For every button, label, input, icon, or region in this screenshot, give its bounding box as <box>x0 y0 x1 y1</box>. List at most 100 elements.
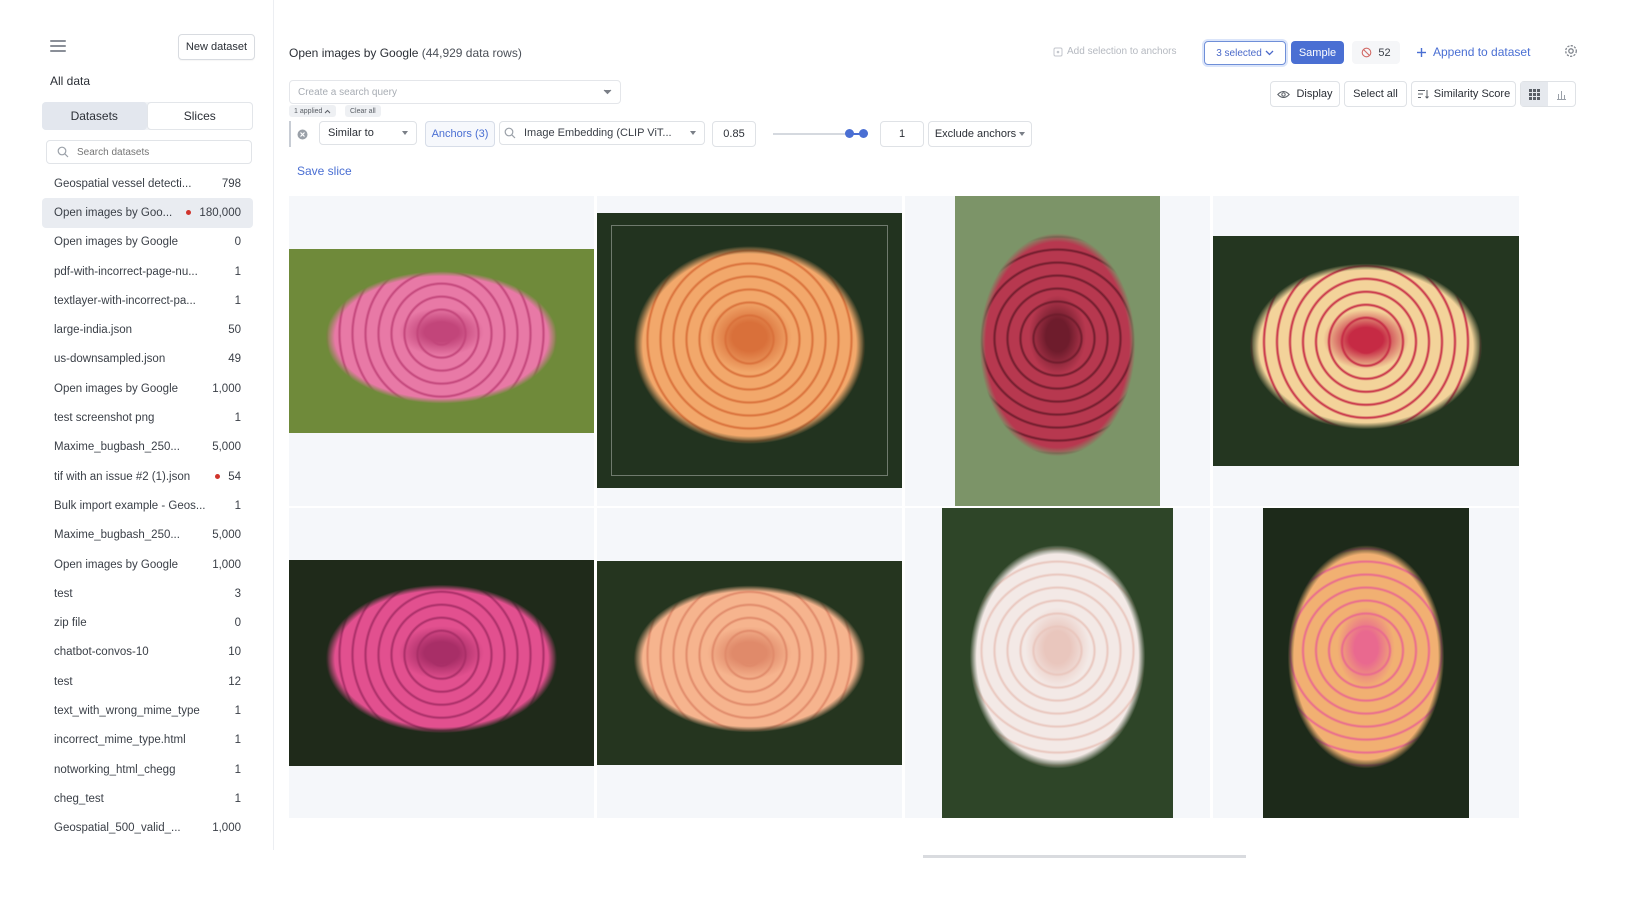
image-card[interactable] <box>289 196 594 506</box>
dataset-list-item[interactable]: test 3 <box>42 579 253 608</box>
threshold-slider[interactable] <box>773 129 868 138</box>
dataset-list-item[interactable]: chatbot-convos-10 10 <box>42 638 253 667</box>
dataset-list-item[interactable]: Maxime_bugbash_250... 5,000 <box>42 521 253 550</box>
append-to-dataset-button[interactable]: Append to dataset <box>1416 45 1530 59</box>
sample-button[interactable]: Sample <box>1291 41 1344 64</box>
dataset-list-item[interactable]: incorrect_mime_type.html 1 <box>42 726 253 755</box>
dataset-name: Open images by Google <box>54 558 179 571</box>
dataset-name: Open images by Google <box>54 236 179 249</box>
image-background <box>1263 508 1469 818</box>
search-query-input[interactable]: Create a search query <box>289 80 621 104</box>
threshold-input[interactable]: 0.85 <box>712 121 756 147</box>
chart-view-button[interactable] <box>1548 82 1575 106</box>
image-card[interactable] <box>1213 508 1519 818</box>
dataset-list-item[interactable]: Bulk import example - Geos... 1 <box>42 491 253 520</box>
selected-dropdown[interactable]: 3 selected <box>1204 41 1286 65</box>
gear-icon[interactable] <box>1563 43 1579 59</box>
dataset-list-item[interactable]: test 12 <box>42 667 253 696</box>
display-button[interactable]: Display <box>1270 81 1340 107</box>
image-background <box>289 560 594 766</box>
chevron-down-icon <box>603 89 612 95</box>
embedding-select[interactable]: Image Embedding (CLIP ViT... <box>499 121 705 145</box>
slider-handle-min[interactable] <box>845 129 854 138</box>
dataset-count: 1,000 <box>212 558 241 571</box>
tab-slices[interactable]: Slices <box>146 102 253 130</box>
image-card[interactable] <box>1213 196 1519 506</box>
dataset-count: 54 <box>228 470 241 483</box>
dataset-list-item[interactable]: Open images by Google 1,000 <box>42 374 253 403</box>
add-selection-to-anchors-button[interactable]: Add selection to anchors <box>1053 46 1177 57</box>
dataset-list-item[interactable]: Maxime_bugbash_250... 5,000 <box>42 433 253 462</box>
rose-image <box>942 508 1173 818</box>
dataset-list-item[interactable]: Open images by Google 1,000 <box>42 550 253 579</box>
image-background <box>597 561 902 765</box>
dataset-list-item[interactable]: test screenshot png 1 <box>42 403 253 432</box>
slider-handle-max[interactable] <box>859 129 868 138</box>
dataset-count: 50 <box>228 324 241 337</box>
image-card[interactable] <box>597 508 902 818</box>
applied-label: 1 applied <box>294 107 323 115</box>
hamburger-menu-icon[interactable] <box>50 40 66 53</box>
image-background <box>289 249 594 433</box>
chevron-down-icon <box>1265 50 1274 56</box>
image-background <box>955 196 1160 506</box>
dataset-list-item[interactable]: cheg_test 1 <box>42 784 253 813</box>
similarity-score-sort-button[interactable]: Similarity Score <box>1411 81 1516 107</box>
dataset-list-item[interactable]: Geospatial_500_valid_... 1,000 <box>42 814 253 843</box>
k-input[interactable]: 1 <box>880 121 924 147</box>
new-dataset-button[interactable]: New dataset <box>178 34 255 60</box>
dataset-list-item[interactable]: Geospatial vessel detecti... 798 <box>42 169 253 198</box>
selection-frame <box>611 225 888 476</box>
dataset-list-item[interactable]: Open images by Google 0 <box>42 228 253 257</box>
dataset-name: test <box>54 587 73 600</box>
operator-select[interactable]: Similar to <box>319 121 417 145</box>
dataset-count: 798 <box>221 177 241 190</box>
all-data-link[interactable]: All data <box>50 74 90 88</box>
applied-filters-toggle[interactable]: 1 applied <box>289 105 337 117</box>
dataset-list-item[interactable]: text_with_wrong_mime_type 1 <box>42 696 253 725</box>
dataset-list-item[interactable]: textlayer-with-incorrect-pa... 1 <box>42 286 253 315</box>
rose-image <box>289 560 594 766</box>
dataset-count: 1 <box>234 792 241 805</box>
dataset-list-item[interactable]: Open images by Goo... 180,000 <box>42 198 253 228</box>
tab-datasets[interactable]: Datasets <box>42 102 147 130</box>
image-card[interactable] <box>597 196 902 506</box>
sidebar: New dataset All data Datasets Slices Geo… <box>0 0 274 850</box>
dataset-list-item[interactable]: us-downsampled.json 49 <box>42 345 253 374</box>
dataset-name: Open images by Goo... <box>54 206 173 219</box>
rose-image <box>1263 508 1469 818</box>
main-panel: Open images by Google (44,929 data rows)… <box>273 0 1630 904</box>
dataset-list-item[interactable]: large-india.json 50 <box>42 315 253 344</box>
image-card[interactable] <box>905 508 1210 818</box>
dataset-search[interactable] <box>46 140 252 164</box>
dataset-name: text_with_wrong_mime_type <box>54 704 200 717</box>
operator-value: Similar to <box>328 127 374 139</box>
dataset-list-item[interactable]: pdf-with-incorrect-page-nu... 1 <box>42 257 253 286</box>
dataset-count: 1,000 <box>212 382 241 395</box>
similarity-label: Similarity Score <box>1433 88 1511 100</box>
search-datasets-input[interactable] <box>75 145 239 159</box>
dataset-name: us-downsampled.json <box>54 353 166 366</box>
dataset-list-item[interactable]: tif with an issue #2 (1).json 54 <box>42 462 253 491</box>
dataset-list-item[interactable]: notworking_html_chegg 1 <box>42 755 253 784</box>
clear-all-button[interactable]: Clear all <box>345 105 381 117</box>
close-circle-icon <box>297 129 307 139</box>
anchors-button[interactable]: Anchors (3) <box>425 121 495 147</box>
dataset-name: Open images by Google <box>54 382 179 395</box>
excluded-count-badge[interactable]: 52 <box>1352 41 1400 64</box>
image-card[interactable] <box>905 196 1210 506</box>
image-card[interactable] <box>289 508 594 818</box>
remove-filter-button[interactable] <box>289 121 313 147</box>
dataset-list-item[interactable]: zip file 0 <box>42 608 253 637</box>
scroll-indicator[interactable] <box>923 855 1246 858</box>
alert-dot-icon <box>186 210 192 216</box>
grid-view-button[interactable] <box>1521 82 1548 106</box>
chevron-up-icon <box>325 109 331 113</box>
exclude-anchors-select[interactable]: Exclude anchors <box>928 121 1032 147</box>
save-slice-link[interactable]: Save slice <box>297 164 352 178</box>
dataset-name: textlayer-with-incorrect-pa... <box>54 294 196 307</box>
dataset-name: test <box>54 675 73 688</box>
dataset-list: Geospatial vessel detecti... 798 Open imag… <box>42 169 253 843</box>
alert-dot-icon <box>215 474 221 480</box>
select-all-button[interactable]: Select all <box>1344 81 1407 107</box>
